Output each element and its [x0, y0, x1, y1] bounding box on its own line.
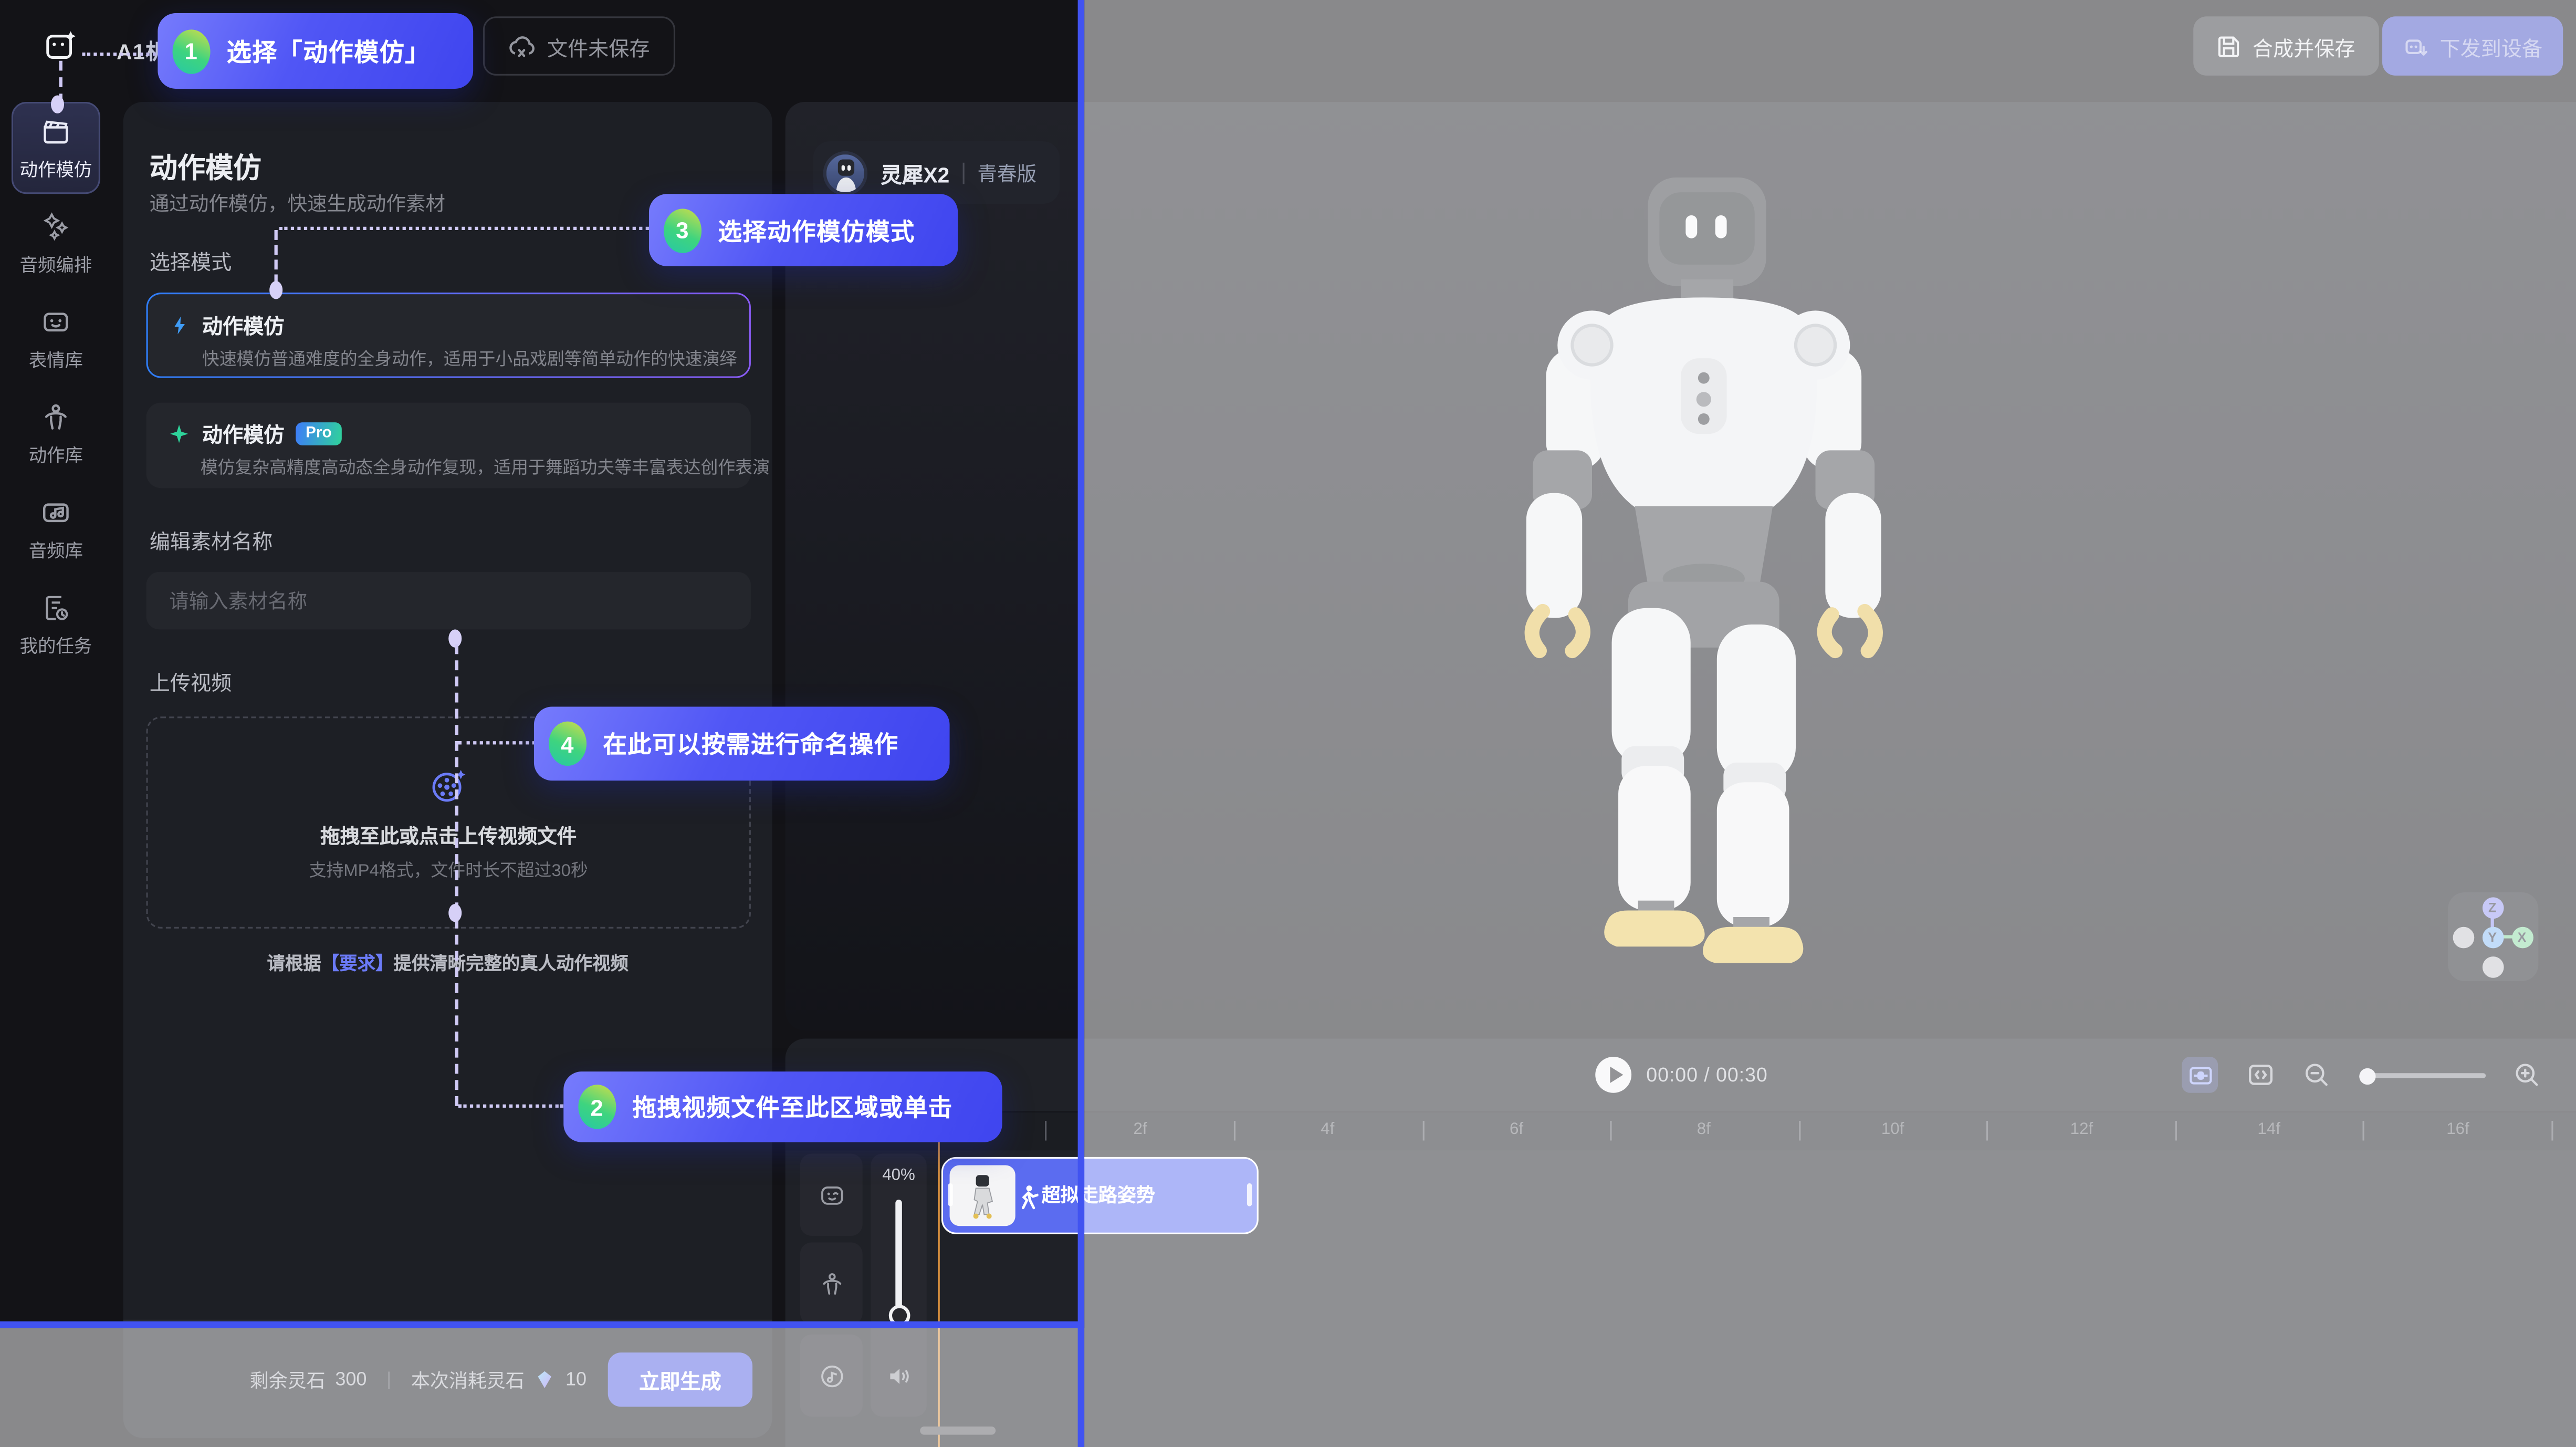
step-text: 选择动作模仿模式 — [718, 213, 915, 247]
mode-card-pro[interactable]: 动作模仿 Pro 模仿复杂高精度高动态全身动作复现，适用于舞蹈功夫等丰富表达创作… — [146, 403, 750, 488]
upload-title: 拖拽至此或点击上传视频文件 — [320, 821, 577, 849]
clip-thumbnail — [950, 1165, 1015, 1226]
film-reel-icon — [427, 763, 470, 806]
upload-hint: 支持MP4格式，文件时长不超过30秒 — [309, 857, 588, 882]
step-number-badge: 3 — [664, 208, 701, 252]
step-number-badge: 2 — [578, 1085, 616, 1129]
guide-step-1-tooltip: 1 选择「动作模仿」 — [158, 13, 473, 89]
connector-anchor — [269, 281, 282, 299]
name-section-label: 编辑素材名称 — [150, 524, 273, 555]
robot-name: 灵犀X2 — [881, 157, 949, 188]
sidebar-item-motion-imitation[interactable]: 动作模仿 — [12, 102, 100, 194]
person-icon — [818, 1269, 845, 1297]
step-number-badge: 4 — [549, 722, 587, 766]
wink-face-icon — [818, 1181, 845, 1209]
connector-line — [82, 53, 161, 56]
sidebar-item-label: 动作模仿 — [20, 155, 92, 182]
note-suffix: 提供清晰完整的真人动作视频 — [393, 955, 628, 975]
guide-step-2-tooltip: 2 拖拽视频文件至此区域或单击 — [563, 1071, 1002, 1142]
sidebar-item-label: 音频库 — [29, 537, 83, 563]
music-card-icon — [39, 495, 72, 528]
connector-line — [458, 1105, 563, 1108]
connector-line — [279, 227, 649, 230]
guide-step-4-tooltip: 4 在此可以按需进行命名操作 — [534, 706, 950, 780]
guide-step-3-tooltip: 3 选择动作模仿模式 — [649, 194, 958, 266]
connector-line — [458, 741, 536, 744]
requirements-link[interactable]: 【要求】 — [321, 955, 394, 975]
material-name-input[interactable] — [146, 572, 750, 630]
pro-badge: Pro — [296, 422, 341, 445]
clip-trim-left-handle[interactable] — [948, 1183, 952, 1206]
guide-border-horizontal — [0, 1321, 1084, 1328]
walking-person-icon — [1017, 1185, 1039, 1210]
step-text: 在此可以按需进行命名操作 — [603, 726, 898, 761]
connector-line — [275, 230, 278, 284]
mode-section-label: 选择模式 — [150, 245, 232, 276]
upload-section-label: 上传视频 — [150, 665, 232, 696]
upload-note: 请根据【要求】提供清晰完整的真人动作视频 — [123, 950, 772, 976]
mode-card-standard[interactable]: 动作模仿 快速模仿普通难度的全身动作，适用于小品戏剧等简单动作的快速演绎 — [146, 293, 750, 378]
cloud-offline-icon — [508, 34, 536, 58]
app-window: A1机 文件未保存 合成并保存 下发到设备 — [0, 0, 2576, 1447]
step-number-badge: 1 — [173, 29, 211, 73]
sparkles-icon — [39, 210, 72, 243]
robot-edition: 青春版 — [977, 159, 1036, 186]
volume-slider[interactable] — [895, 1200, 902, 1311]
connector-anchor — [448, 904, 462, 922]
lightning-icon — [169, 313, 191, 336]
sidebar-item-label: 音频编排 — [20, 251, 92, 277]
connector-anchor — [51, 95, 64, 113]
panel-subtitle: 通过动作模仿，快速生成动作素材 — [150, 189, 445, 217]
tasks-icon — [39, 591, 72, 624]
robot-avatar — [823, 150, 867, 194]
volume-value: 40% — [871, 1167, 926, 1185]
mode-desc: 模仿复杂高精度高动态全身动作复现，适用于舞蹈功夫等丰富表达创作表演 — [201, 455, 731, 480]
file-status-label: 文件未保存 — [547, 30, 650, 61]
step-text: 拖拽视频文件至此区域或单击 — [633, 1090, 953, 1125]
sidebar-item-label: 动作库 — [29, 441, 83, 467]
panel-title: 动作模仿 — [150, 144, 261, 185]
mode-name: 动作模仿 — [202, 418, 284, 449]
person-icon — [39, 400, 72, 433]
guide-border-vertical — [1078, 0, 1085, 1447]
sidebar-item-audio-library[interactable]: 音频库 — [12, 483, 100, 575]
sparkle-icon — [167, 422, 191, 445]
sidebar-item-motion-library[interactable]: 动作库 — [12, 388, 100, 480]
connector-line — [455, 644, 458, 1106]
sidebar-item-expression-library[interactable]: 表情库 — [12, 293, 100, 384]
robot-face-icon — [39, 305, 72, 338]
clapper-icon — [39, 114, 72, 147]
expression-track-button[interactable] — [800, 1154, 863, 1236]
mode-name: 动作模仿 — [202, 309, 284, 340]
sidebar-item-my-tasks[interactable]: 我的任务 — [12, 578, 100, 670]
sidebar-item-label: 表情库 — [29, 346, 83, 372]
sidebar-item-label: 我的任务 — [20, 632, 92, 658]
motion-track-button[interactable] — [800, 1243, 863, 1325]
sidebar-nav: 动作模仿 音频编排 表情库 动作库 — [0, 92, 112, 1447]
sidebar-item-audio-arrange[interactable]: 音频编排 — [12, 197, 100, 289]
note-prefix: 请根据 — [267, 955, 321, 975]
step-text: 选择「动作模仿」 — [227, 34, 431, 68]
dim-overlay-right — [1084, 0, 2576, 1447]
dim-overlay-bottom — [0, 1328, 1084, 1447]
mode-desc: 快速模仿普通难度的全身动作，适用于小品戏剧等简单动作的快速演绎 — [202, 347, 729, 371]
file-status-button[interactable]: 文件未保存 — [483, 16, 675, 76]
app-logo-icon — [43, 26, 79, 66]
divider — [962, 162, 964, 183]
